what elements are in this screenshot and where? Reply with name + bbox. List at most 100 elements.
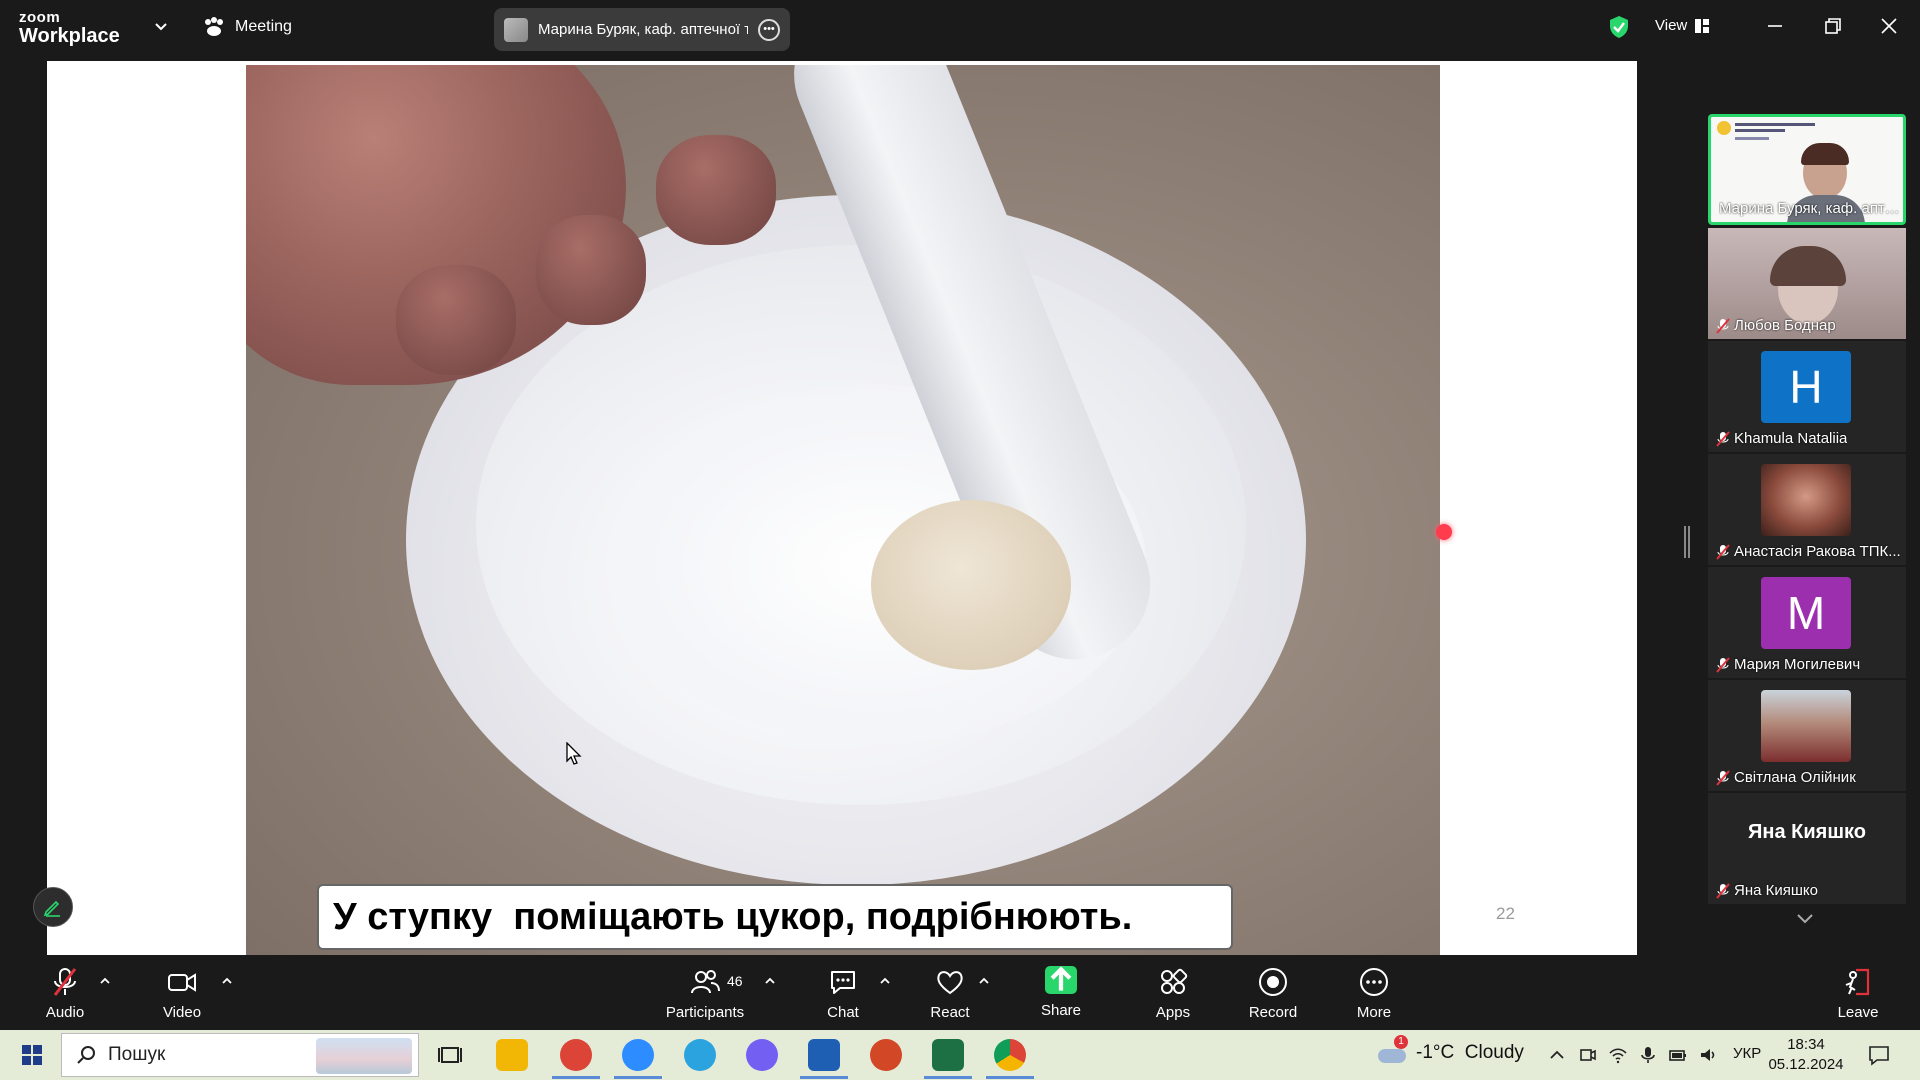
grid-view-icon [1695,18,1710,33]
participant-tile[interactable]: Яна Кияшко Яна Кияшко [1708,793,1906,904]
view-button[interactable]: View [1655,17,1710,34]
meeting-label: Meeting [235,18,292,35]
more-button[interactable]: More [1329,966,1419,1026]
participant-photo [1761,690,1851,762]
panel-resize-handle[interactable] [1684,526,1690,558]
leave-door-icon [1845,968,1870,996]
video-label: Video [162,1004,202,1021]
chat-button[interactable]: Chat [798,966,888,1026]
more-options-icon[interactable]: ••• [758,18,780,41]
participant-photo [1761,464,1851,536]
muted-mic-icon [1716,431,1730,447]
share-button[interactable]: Share [1016,966,1106,1026]
chat-options-caret-icon[interactable] [879,976,891,986]
participants-count: 46 [727,973,743,989]
speaker-thumbnail [504,17,528,42]
chat-bubble-icon [831,971,855,994]
meet-now-icon[interactable] [1578,1045,1598,1065]
heart-icon [937,971,963,995]
audio-button[interactable]: Audio [20,966,110,1026]
search-icon [77,1046,95,1064]
participant-tile[interactable]: Світлана Олійник [1708,680,1906,791]
slide-photo-mortar-pestle [246,65,1440,955]
chrome-profile-icon[interactable] [560,1039,592,1071]
notifications-icon[interactable] [1868,1044,1890,1066]
taskbar-clock[interactable]: 18:34 05.12.2024 [1756,1035,1856,1075]
apps-button[interactable]: Apps [1128,966,1218,1026]
apps-label: Apps [1155,1004,1191,1021]
excel-icon[interactable] [932,1039,964,1071]
video-camera-icon [168,973,196,992]
participants-options-caret-icon[interactable] [764,976,776,986]
participant-avatar: M [1761,577,1851,649]
file-explorer-icon[interactable] [496,1039,528,1071]
wifi-icon[interactable] [1608,1045,1628,1065]
pencil-icon [43,900,60,917]
chrome-profile-running-indicator [552,1076,600,1079]
minimize-icon[interactable] [1763,14,1787,38]
apps-icon [1161,968,1188,994]
weather-widget[interactable]: 1 -1°C Cloudy [1378,1035,1524,1064]
slide-caption: У ступку поміщають цукор, подрібнюють. [317,884,1233,950]
search-highlight-art [316,1038,412,1074]
weather-text: -1°C Cloudy [1416,1042,1524,1063]
viber-icon[interactable] [746,1039,778,1071]
muted-microphone-icon [53,968,77,996]
participant-name: Khamula Nataliia [1734,430,1848,447]
show-hidden-icons-chevron-icon[interactable] [1547,1045,1567,1065]
clock-time: 18:34 [1787,1036,1825,1053]
active-speaker-name: Марина Буряк, каф. аптечної те [538,21,748,38]
battery-icon[interactable] [1668,1045,1688,1065]
chrome-running-indicator [986,1076,1034,1079]
meeting-paw-icon [205,17,223,36]
weather-badge: 1 [1394,1035,1408,1049]
restore-icon[interactable] [1821,14,1845,38]
telegram-icon[interactable] [684,1039,716,1071]
share-screen-icon [1045,966,1077,994]
participant-tile[interactable]: Анастасія Ракова ТПК... [1708,454,1906,565]
participant-avatar: H [1761,351,1851,423]
cloud-icon: 1 [1378,1035,1408,1063]
record-button[interactable]: Record [1228,966,1318,1026]
zoom-app-icon[interactable] [622,1039,654,1071]
participant-tile[interactable]: Любов Боднар [1708,228,1906,339]
muted-mic-icon [1716,883,1730,899]
muted-mic-icon [1716,544,1730,560]
video-button[interactable]: Video [137,966,227,1026]
video-options-caret-icon[interactable] [221,976,233,986]
brand-bottom: Workplace [19,25,120,47]
powerpoint-icon[interactable] [870,1039,902,1071]
more-icon [1360,968,1388,996]
volume-icon[interactable] [1698,1045,1718,1065]
leave-button[interactable]: Leave [1813,966,1903,1026]
more-label: More [1356,1004,1392,1021]
react-button[interactable]: React [905,966,995,1026]
close-icon[interactable] [1877,14,1901,38]
participant-name: Любов Боднар [1734,317,1836,334]
audio-label: Audio [45,1004,85,1021]
participant-tile[interactable]: M Мария Могилевич [1708,567,1906,678]
chat-label: Chat [827,1004,859,1021]
word-icon[interactable] [808,1039,840,1071]
meeting-button[interactable]: Meeting [203,17,292,37]
participant-tile[interactable]: Марина Буряк, каф. апте... [1708,114,1906,225]
windows-start-icon[interactable] [22,1045,42,1065]
participants-gallery: Марина Буряк, каф. апте... Любов Боднар … [1708,114,1906,946]
chevron-down-icon[interactable] [154,20,168,34]
security-shield-icon[interactable] [1608,15,1630,39]
record-label: Record [1248,1004,1298,1021]
taskbar-search[interactable]: Пошук [61,1033,419,1077]
annotate-button[interactable] [33,887,73,927]
task-view-icon[interactable] [434,1039,466,1071]
scroll-down-chevron-icon[interactable] [1795,912,1815,926]
active-speaker-pill[interactable]: Марина Буряк, каф. аптечної те ••• [494,8,790,51]
muted-mic-icon [1716,770,1730,786]
participant-tile[interactable]: H Khamula Nataliia [1708,341,1906,452]
microphone-tray-icon[interactable] [1638,1045,1658,1065]
zoom-workplace-logo[interactable]: zoom Workplace [19,10,120,46]
share-label: Share [1040,1002,1082,1019]
audio-options-caret-icon[interactable] [99,976,111,986]
chrome-icon[interactable] [994,1039,1026,1071]
windows-taskbar: Пошук 1 -1°C Cloudy УКР 18:34 05.12.2024 [0,1030,1920,1080]
react-options-caret-icon[interactable] [978,976,990,986]
